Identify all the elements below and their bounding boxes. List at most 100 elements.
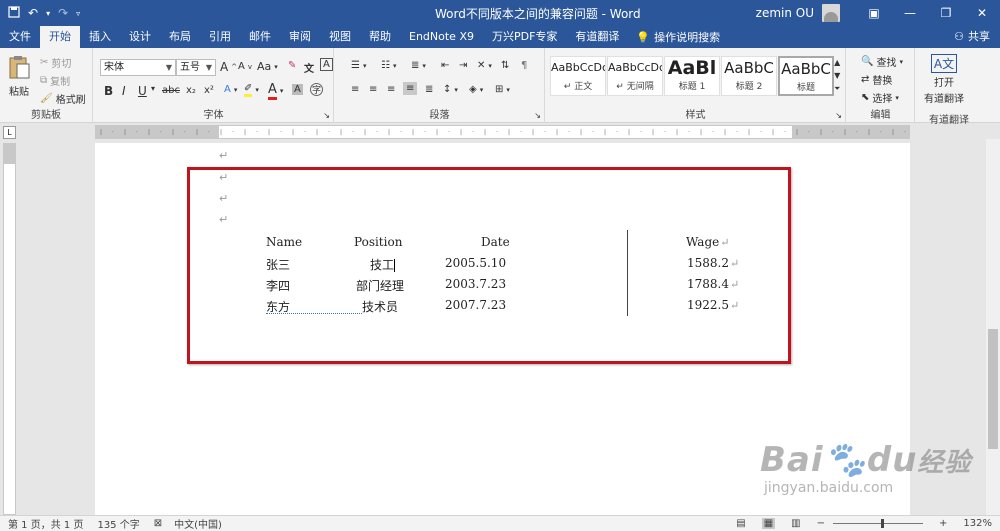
style-title[interactable]: AaBbC 标题 [778, 56, 834, 96]
read-mode-icon[interactable]: ▤ [736, 518, 745, 529]
dropdown-icon[interactable]: ▾ [46, 9, 50, 18]
align-left-icon[interactable]: ≡ [351, 84, 359, 95]
tab-mailings[interactable]: 邮件 [240, 26, 280, 48]
numbering-icon[interactable]: ☷ ▾ [381, 60, 396, 71]
find-button[interactable]: 🔍 查找 ▾ [861, 54, 903, 69]
tab-selector[interactable]: L [3, 126, 16, 139]
enclose-characters-icon[interactable]: 字 [310, 83, 323, 96]
strikethrough-button[interactable]: abc [162, 85, 180, 96]
tab-review[interactable]: 审阅 [280, 26, 320, 48]
zoom-slider-thumb[interactable] [880, 519, 884, 528]
web-layout-icon[interactable]: ▥ [791, 518, 800, 529]
restore-icon[interactable]: ❐ [928, 6, 964, 20]
styles-dialog-launcher-icon[interactable]: ↘ [835, 111, 842, 120]
minimize-icon[interactable]: — [892, 6, 928, 20]
character-shading-icon[interactable]: A [292, 84, 303, 95]
undo-icon[interactable]: ↶ [28, 6, 38, 20]
avatar[interactable] [822, 4, 840, 22]
style-normal[interactable]: AaBbCcDc ↵ 正文 [550, 56, 606, 96]
redo-icon[interactable]: ↷ [58, 6, 68, 20]
chevron-up-icon[interactable]: ▲ [834, 56, 840, 69]
phonetic-guide-icon[interactable]: 文 [304, 60, 314, 75]
tab-file[interactable]: 文件 [0, 26, 40, 48]
align-center-icon[interactable]: ≡ [369, 84, 377, 95]
tab-references[interactable]: 引用 [200, 26, 240, 48]
proofing-icon[interactable]: ⊠ [154, 518, 162, 529]
tab-view[interactable]: 视图 [320, 26, 360, 48]
vertical-scrollbar[interactable] [986, 139, 1000, 515]
change-case-button[interactable]: Aa ▾ [257, 60, 278, 73]
shading-icon[interactable]: ◈ ▾ [469, 84, 483, 95]
user-name[interactable]: zemin OU [756, 6, 814, 20]
language[interactable]: 中文(中国) [174, 516, 222, 531]
bullets-icon[interactable]: ☰ ▾ [351, 60, 366, 71]
decrease-indent-icon[interactable]: ⇤ [441, 60, 449, 71]
chevron-down-icon[interactable]: ▼ [834, 69, 840, 82]
customize-qat-icon[interactable]: ▿ [76, 9, 80, 18]
subscript-button[interactable]: x₂ [186, 85, 196, 96]
underline-button[interactable]: U [138, 84, 147, 98]
italic-button[interactable]: I [122, 84, 126, 98]
tab-youdao[interactable]: 有道翻译 [566, 26, 628, 48]
ribbon-display-options-icon[interactable]: ▣ [856, 6, 892, 20]
tab-pdf-expert[interactable]: 万兴PDF专家 [483, 26, 566, 48]
font-name-combo[interactable]: 宋体 ▼ [100, 59, 176, 76]
paste-button[interactable]: 粘贴 [8, 54, 30, 98]
character-border-icon[interactable]: A [320, 58, 333, 71]
paragraph-dialog-launcher-icon[interactable]: ↘ [534, 111, 541, 120]
page-count[interactable]: 第 1 页，共 1 页 [8, 516, 83, 531]
bold-button[interactable]: B [104, 84, 113, 98]
tab-home[interactable]: 开始 [40, 26, 80, 48]
borders-icon[interactable]: ⊞ ▾ [495, 84, 510, 95]
text-effects-icon[interactable]: A ▾ [224, 84, 237, 95]
print-layout-icon[interactable]: ▦ [761, 518, 776, 529]
copy-button[interactable]: ⧉ 复制 [40, 73, 70, 88]
font-dialog-launcher-icon[interactable]: ↘ [323, 111, 330, 120]
tell-me-search[interactable]: 💡 操作说明搜索 [636, 26, 720, 48]
style-heading-1[interactable]: AaBl 标题 1 [664, 56, 720, 96]
underline-dropdown-icon[interactable]: ▾ [151, 84, 155, 93]
open-translate-button[interactable]: A文 打开 有道翻译 [924, 54, 964, 105]
tab-help[interactable]: 帮助 [360, 26, 400, 48]
horizontal-ruler[interactable]: | · | · | · | · | · | · | · | · | · | · | · | · | · | · | · | · | · | · | · | ·… [95, 125, 910, 139]
superscript-button[interactable]: x² [204, 85, 214, 96]
font-size-combo[interactable]: 五号 ▼ [176, 59, 216, 76]
shrink-font-button[interactable]: Av [238, 61, 252, 72]
word-count[interactable]: 135 个字 [97, 516, 139, 531]
tab-endnote[interactable]: EndNote X9 [400, 26, 483, 48]
tab-layout[interactable]: 布局 [160, 26, 200, 48]
format-painter-button[interactable]: 🖌 格式刷 [40, 91, 86, 106]
share-button[interactable]: ⚇ 共享 [954, 26, 990, 48]
save-icon[interactable] [8, 5, 20, 21]
show-hide-marks-icon[interactable]: ¶ [521, 60, 527, 71]
distributed-icon[interactable]: ≣ [425, 84, 433, 95]
zoom-slider[interactable] [833, 519, 924, 528]
sort-icon[interactable]: ⇅ [501, 60, 509, 71]
style-no-spacing[interactable]: AaBbCcDc ↵ 无间隔 [607, 56, 663, 96]
zoom-out-icon[interactable]: − [817, 518, 825, 529]
increase-indent-icon[interactable]: ⇥ [459, 60, 467, 71]
vertical-ruler[interactable] [3, 143, 16, 515]
clear-formatting-icon[interactable]: ✎ [288, 60, 296, 71]
line-spacing-icon[interactable]: ↕ ▾ [443, 84, 458, 95]
more-styles-icon[interactable]: ⏷ [834, 82, 840, 95]
justify-icon[interactable]: ≡ [403, 82, 418, 95]
tab-insert[interactable]: 插入 [80, 26, 120, 48]
font-color-button[interactable]: A ▾ [268, 82, 283, 100]
zoom-in-icon[interactable]: + [939, 518, 947, 529]
tab-design[interactable]: 设计 [120, 26, 160, 48]
scrollbar-thumb[interactable] [988, 329, 998, 449]
lightbulb-icon: 💡 [636, 30, 651, 44]
style-heading-2[interactable]: AaBbC 标题 2 [721, 56, 777, 96]
chinese-layout-icon[interactable]: ✕ ▾ [477, 60, 492, 71]
highlight-color-icon[interactable]: ✐ ▾ [244, 83, 259, 97]
replace-button[interactable]: ⇄ 替换 [861, 72, 892, 87]
grow-font-button[interactable]: A ^ [220, 60, 237, 74]
align-right-icon[interactable]: ≡ [387, 84, 395, 95]
styles-scroll[interactable]: ▲ ▼ ⏷ [834, 56, 840, 95]
multilevel-list-icon[interactable]: ≣ ▾ [411, 60, 426, 71]
select-button[interactable]: ⬉ 选择 ▾ [861, 90, 899, 105]
cut-button[interactable]: ✂ 剪切 [40, 55, 71, 70]
zoom-level[interactable]: 132% [963, 518, 992, 529]
close-icon[interactable]: ✕ [964, 6, 1000, 20]
